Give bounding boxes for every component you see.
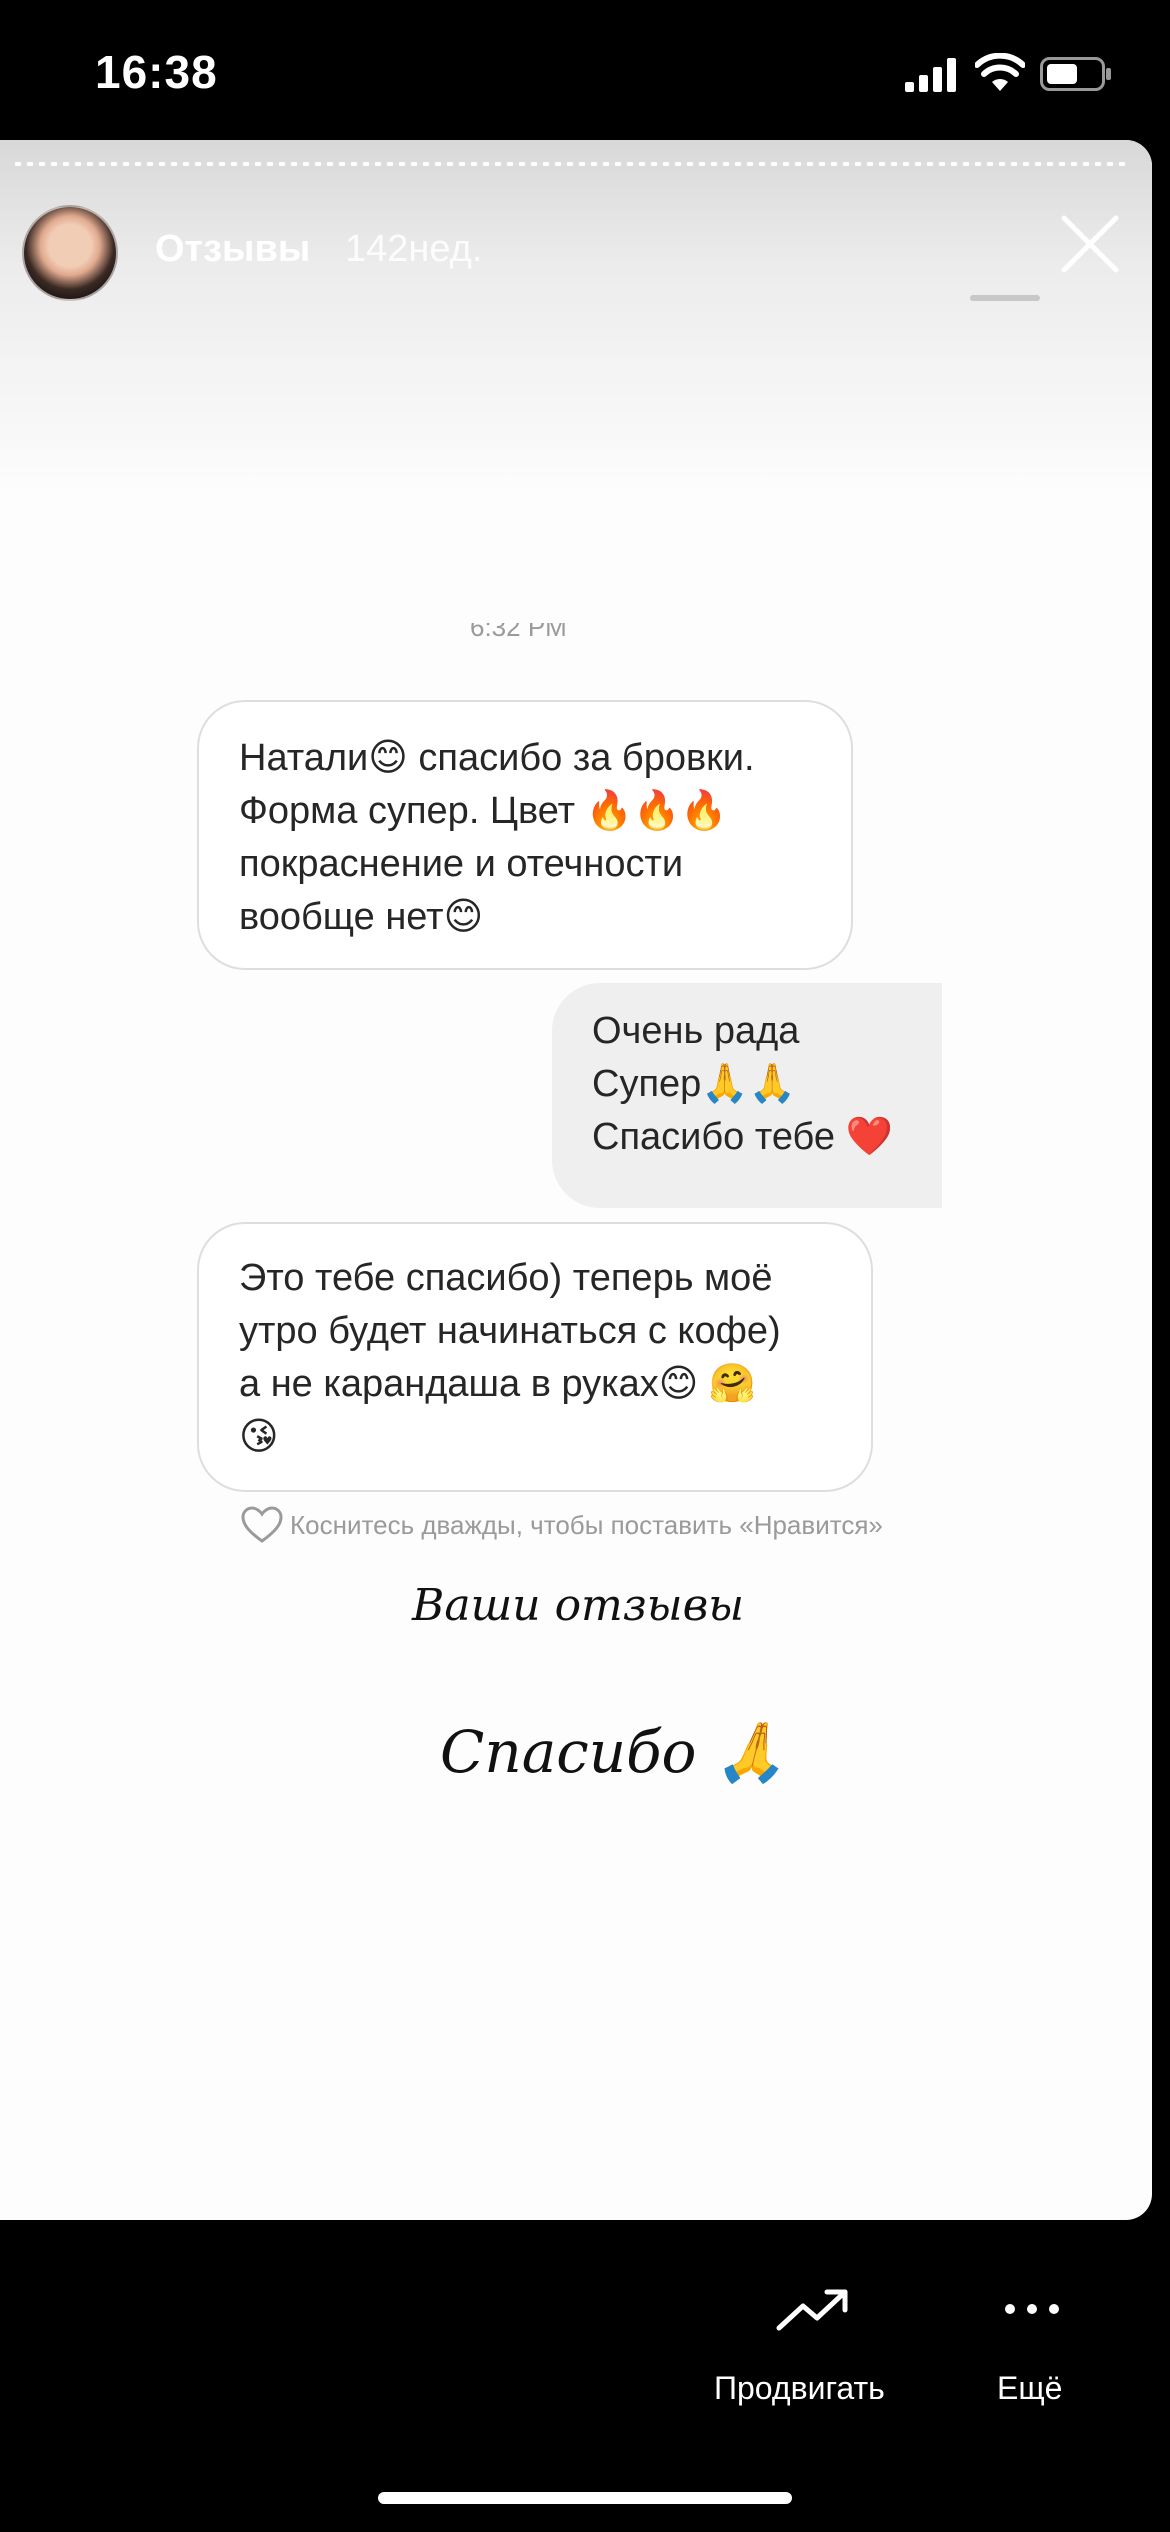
battery-icon (1040, 57, 1111, 91)
story-progress-bar (12, 162, 1130, 166)
message-line: Форма супер. Цвет 🔥🔥🔥 (239, 790, 728, 832)
message-line: утро будет начинаться с кофе) (239, 1310, 781, 1352)
heart-icon (241, 1506, 283, 1543)
close-icon[interactable] (1058, 212, 1122, 276)
caption-reviews: Ваши отзывы (412, 1580, 745, 1631)
cellular-signal-icon (905, 58, 956, 92)
more-icon[interactable] (1003, 2300, 1061, 2318)
message-line: а не карандаша в руках😊 🤗 (239, 1363, 757, 1405)
like-hint-text: Коснитесь дважды, чтобы поставить «Нрави… (290, 1510, 883, 1540)
story-age: 142нед. (345, 228, 483, 270)
message-timestamp: 6:32 PM (470, 623, 567, 642)
message-line: Это тебе спасибо) теперь моё (239, 1257, 773, 1299)
message-bubble-incoming: Натали😊 спасибо за бровки. Форма супер. … (197, 700, 853, 970)
more-button[interactable]: Ещё (997, 2370, 1062, 2407)
like-hint: Коснитесь дважды, чтобы поставить «Нрави… (240, 1502, 940, 1546)
message-bubble-incoming: Это тебе спасибо) теперь моё утро будет … (197, 1222, 873, 1492)
message-line: Очень рада (592, 1010, 800, 1052)
divider (970, 295, 1040, 301)
story-username[interactable]: Отзывы (155, 228, 310, 271)
story-card[interactable]: Отзывы 142нед. 6:32 PM Натали😊 спасибо з… (0, 140, 1152, 2220)
message-line: вообще нет😊 (239, 896, 484, 938)
message-bubble-outgoing: Очень рада Супер🙏🙏 Спасибо тебе ❤️ (552, 983, 942, 1208)
status-bar: 16:38 (0, 0, 1170, 140)
caption-thanks: Спасибо 🙏 (440, 1718, 788, 1786)
home-indicator[interactable] (378, 2492, 792, 2504)
message-line: Супер🙏🙏 (592, 1063, 796, 1105)
promote-button[interactable]: Продвигать (714, 2370, 885, 2407)
wifi-icon (975, 53, 1025, 91)
message-line: Спасибо тебе ❤️ (592, 1116, 893, 1158)
message-line: Натали😊 спасибо за бровки. (239, 737, 755, 779)
message-line: покраснение и отечности (239, 843, 684, 885)
avatar[interactable] (22, 205, 118, 301)
message-line: 😘 (239, 1416, 279, 1458)
trending-up-icon[interactable] (775, 2286, 851, 2334)
status-time: 16:38 (95, 46, 218, 98)
